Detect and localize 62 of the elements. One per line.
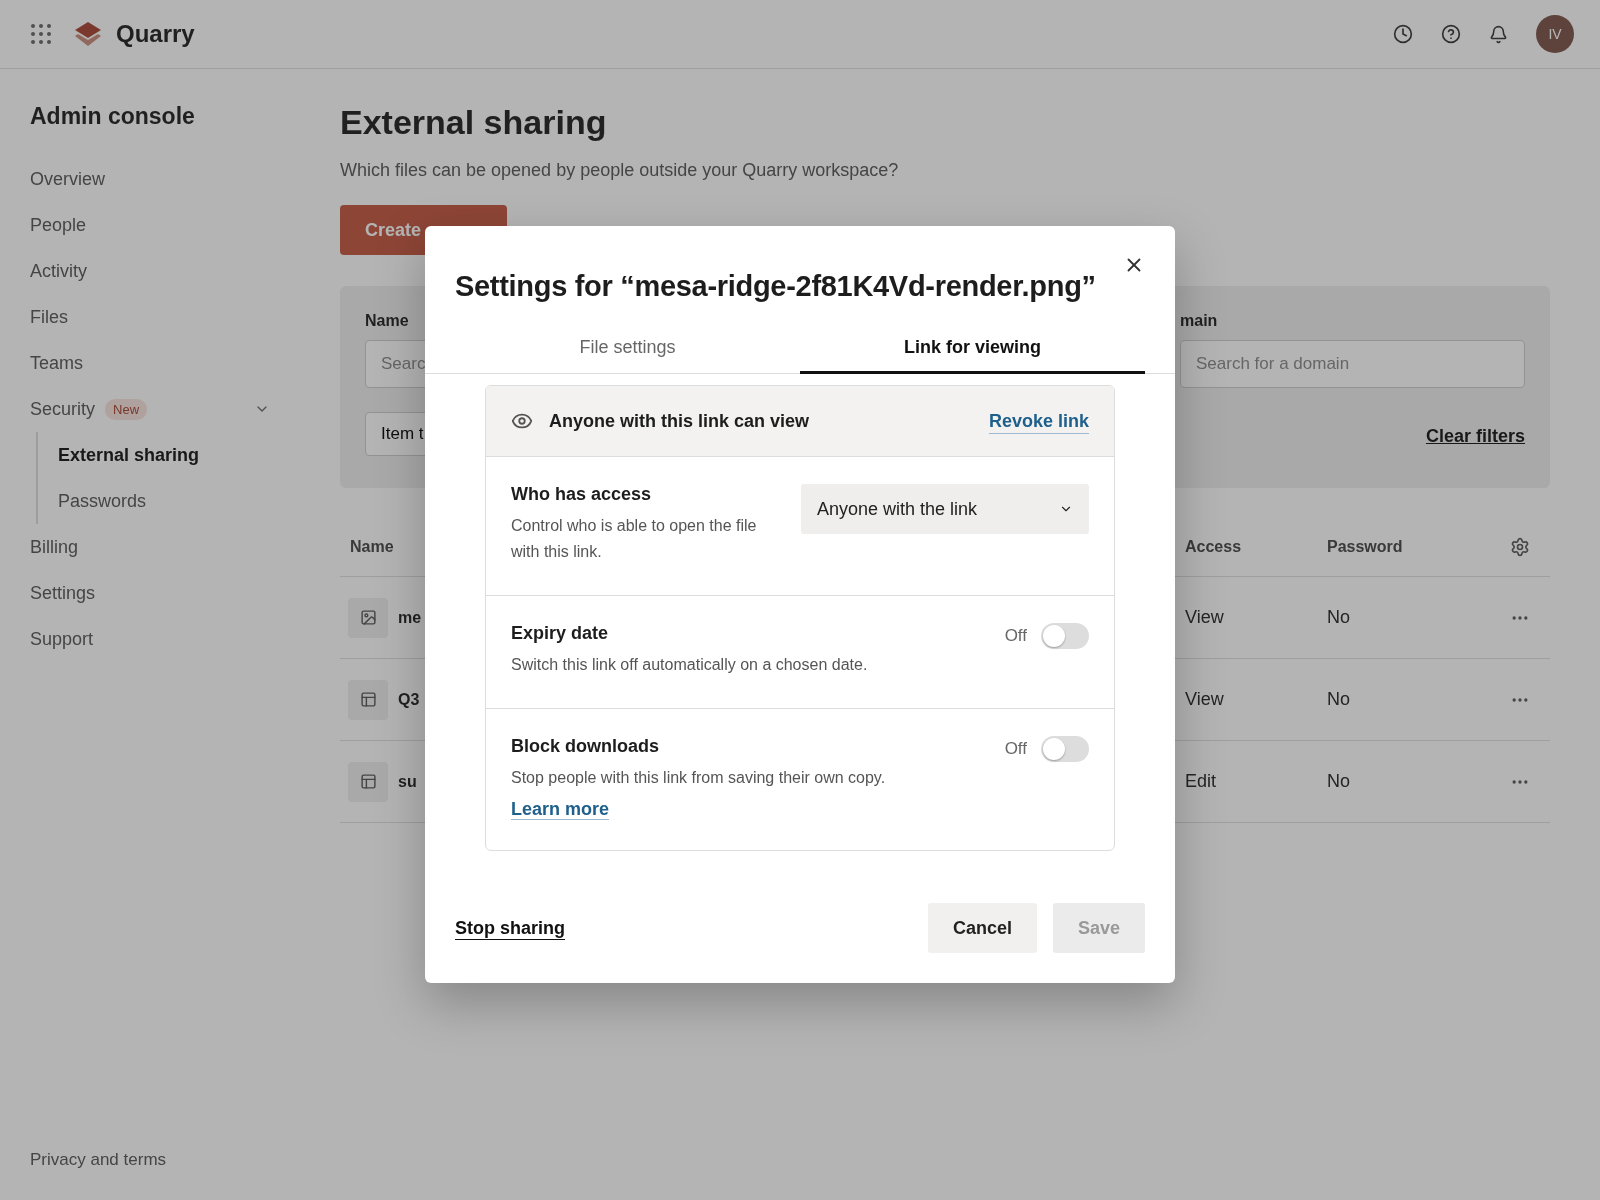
toggle-state-label: Off [1004, 739, 1027, 759]
nav-item[interactable]: People [30, 202, 340, 248]
toggle-switch[interactable] [1041, 623, 1089, 649]
stop-sharing-link[interactable]: Stop sharing [455, 917, 565, 939]
sidebar-title: Admin console [30, 103, 196, 130]
layout-file-icon [348, 679, 388, 720]
file-name: me [398, 608, 422, 627]
nav-item[interactable]: Overview [30, 156, 340, 202]
app-grid-icon[interactable] [30, 23, 52, 45]
learn-more-link[interactable]: Learn more [511, 799, 610, 820]
setting-title: Expiry date [511, 623, 610, 644]
tab[interactable]: Link for viewing [800, 324, 1145, 374]
nav-item[interactable]: Settings [30, 570, 340, 616]
filter-label: main [1180, 312, 1219, 330]
revoke-link[interactable]: Revoke link [988, 410, 1089, 432]
dialog-title: Settings for “mesa-ridge-2f81K4Vd-render.png” [455, 270, 1097, 303]
access-dropdown[interactable]: Anyone with the link [801, 484, 1089, 534]
file-name: su [398, 772, 417, 791]
page-title: External sharing [340, 103, 608, 142]
layout-file-icon [348, 761, 388, 802]
setting-title: Block downloads [511, 736, 661, 757]
column-header: Name [350, 538, 394, 556]
help-icon[interactable] [1441, 24, 1461, 44]
bell-icon[interactable] [1489, 24, 1508, 44]
logo-icon [74, 21, 102, 47]
table-cell: View [1185, 607, 1224, 628]
filter-label: Name [365, 312, 410, 330]
nav-item[interactable]: Support [30, 616, 340, 662]
image-file-icon [348, 597, 388, 638]
new-badge: New [105, 398, 148, 420]
table-cell: Edit [1185, 771, 1217, 792]
nav-item[interactable]: Security [30, 386, 96, 432]
nav-item[interactable]: Passwords [58, 478, 340, 524]
nav-item[interactable]: Teams [30, 340, 340, 386]
table-cell: No [1327, 689, 1350, 710]
setting-description: Stop people with this link from saving their own copy. [511, 768, 886, 788]
privacy-link[interactable]: Privacy and terms [30, 1150, 340, 1170]
nav-item[interactable]: Billing [30, 524, 340, 570]
cancel-button[interactable]: Cancel [927, 903, 1037, 953]
file-name: Q3 [398, 690, 420, 709]
toggle-state-label: Off [1004, 626, 1027, 646]
settings-icon[interactable] [1510, 537, 1530, 557]
column-header: Access [1185, 538, 1242, 556]
link-status-text: Anyone with this link can view [549, 410, 810, 432]
table-cell: View [1185, 689, 1224, 710]
app-name: Quarry [116, 20, 195, 48]
setting-title: Who has access [511, 484, 653, 505]
avatar[interactable]: IV [1536, 15, 1574, 53]
nav-item[interactable]: Activity [30, 248, 340, 294]
setting-description: Switch this link off automatically on a chosen date. [511, 655, 868, 675]
page-subtitle: Which files can be opened by people outside your Quarry workspace? [340, 160, 900, 181]
nav-item[interactable]: Files [30, 294, 340, 340]
nav-item[interactable]: External sharing [58, 432, 340, 478]
column-header: Password [1327, 538, 1403, 556]
table-cell: No [1327, 771, 1350, 792]
toggle-switch[interactable] [1041, 736, 1089, 762]
clock-icon[interactable] [1393, 24, 1413, 44]
clear-filters-link[interactable]: Clear filters [1425, 426, 1525, 447]
table-cell: No [1327, 607, 1350, 628]
domain-search-field[interactable]: Search for a domain [1180, 340, 1525, 388]
setting-description: Control who is able to open the file with this link. [511, 516, 758, 562]
tab[interactable]: File settings [455, 324, 800, 374]
